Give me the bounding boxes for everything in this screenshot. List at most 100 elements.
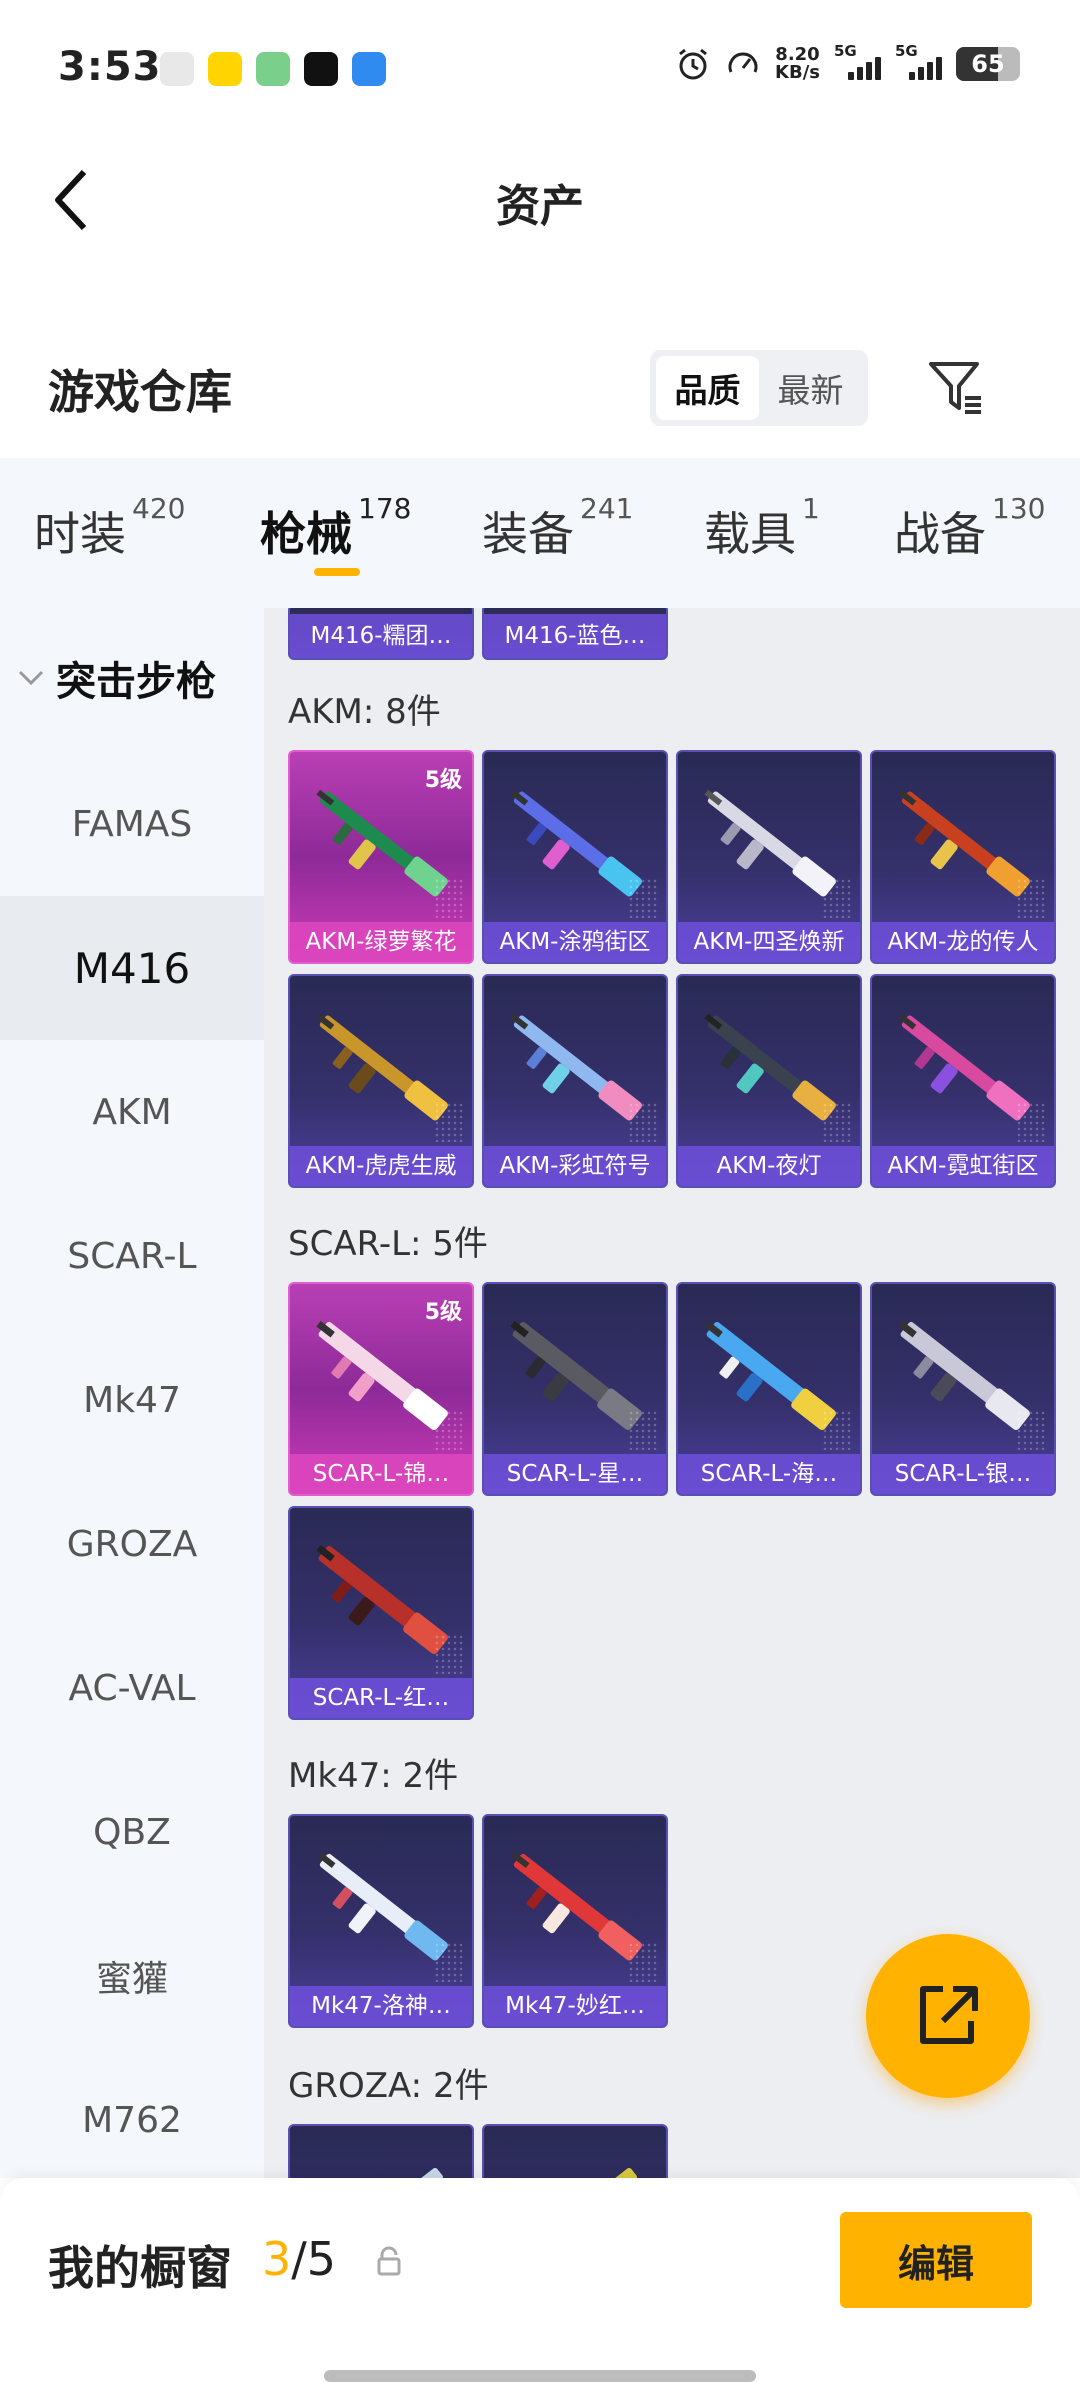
app-notification-icon: [160, 52, 194, 86]
speedometer-icon: [728, 52, 758, 73]
skin-card[interactable]: AKM-彩虹符号: [482, 974, 668, 1188]
tab-label: 载具: [704, 507, 796, 561]
skin-name: SCAR-L-海…: [678, 1454, 860, 1494]
sidebar-item-qbz[interactable]: QBZ: [0, 1760, 264, 1904]
tab-count: 420: [132, 492, 186, 525]
app-notification-icon: [208, 52, 242, 86]
battery-icon: 65: [956, 47, 1020, 81]
tiktok-icon: [304, 52, 338, 86]
sidebar-item-groza[interactable]: GROZA: [0, 1472, 264, 1616]
weapon-sidebar: 突击步枪 FAMAS M416 AKM SCAR-L Mk47 GROZA AC…: [0, 608, 264, 2178]
filter-button[interactable]: [920, 350, 990, 426]
showcase-bar: 我的橱窗 3/5 编辑: [0, 2178, 1080, 2400]
share-fab-button[interactable]: [866, 1934, 1030, 2098]
sidebar-item-akm[interactable]: AKM: [0, 1040, 264, 1184]
sim2-tag: 5G: [895, 42, 918, 60]
skin-card[interactable]: Mk47-妙红…: [482, 1814, 668, 2028]
showcase-label: 我的橱窗: [48, 2241, 232, 2295]
battery-level: 65: [971, 50, 1005, 78]
tab-equipment[interactable]: 装备 241: [482, 492, 633, 564]
sidebar-item-m762[interactable]: M762: [0, 2048, 264, 2192]
sort-option-latest[interactable]: 最新: [759, 356, 862, 420]
skin-name: M416-糯团…: [290, 614, 472, 658]
section-title-akm: AKM: 8件: [288, 692, 441, 732]
network-speed: 8.20 KB/s: [775, 46, 820, 82]
sidebar-item-famas[interactable]: FAMAS: [0, 752, 264, 896]
skin-name: AKM-绿萝繁花: [290, 922, 472, 962]
status-bar: 3:53 8.20 KB/s 5G 5G 65: [0, 0, 1080, 140]
skin-card[interactable]: SCAR-L-银…: [870, 1282, 1056, 1496]
skin-name: SCAR-L-银…: [872, 1454, 1054, 1494]
skin-card[interactable]: 5级 SCAR-L-锦…: [288, 1282, 474, 1496]
category-tabs: 时装 420 枪械 178 装备 241 载具 1 战备 130: [0, 458, 1080, 608]
app-notification-icon: [256, 52, 290, 86]
tab-supplies[interactable]: 战备 130: [894, 492, 1045, 564]
warehouse-row: 游戏仓库 品质 最新: [0, 330, 1080, 450]
active-tab-indicator: [314, 568, 360, 576]
app-header: 资产: [0, 140, 1080, 260]
sidebar-item-mk47[interactable]: Mk47: [0, 1328, 264, 1472]
tab-costumes[interactable]: 时装 420: [34, 492, 185, 564]
edit-button[interactable]: 编辑: [840, 2212, 1032, 2308]
skin-card[interactable]: AKM-龙的传人: [870, 750, 1056, 964]
skin-name: SCAR-L-红…: [290, 1678, 472, 1718]
app-notification-icon: [352, 52, 386, 86]
sidebar-item-scar-l[interactable]: SCAR-L: [0, 1184, 264, 1328]
skin-name: SCAR-L-星…: [484, 1454, 666, 1494]
status-time: 3:53: [58, 44, 162, 90]
sidebar-group-label: 突击步枪: [56, 659, 216, 705]
lock-icon: [377, 2246, 401, 2276]
skin-card[interactable]: [288, 2124, 474, 2178]
tab-count: 1: [802, 492, 820, 525]
home-indicator[interactable]: [324, 2370, 756, 2382]
warehouse-title: 游戏仓库: [48, 365, 232, 419]
filter-icon: [929, 362, 981, 414]
section-title-mk47: Mk47: 2件: [288, 1756, 459, 1796]
skin-card[interactable]: AKM-霓虹街区: [870, 974, 1056, 1188]
network-speed-unit: KB/s: [775, 62, 820, 83]
sidebar-item-m416[interactable]: M416: [0, 896, 264, 1040]
rifle-icon: [512, 2167, 638, 2178]
skin-card[interactable]: [482, 2124, 668, 2178]
showcase-current: 3: [262, 2232, 292, 2286]
skin-card[interactable]: M416-糯团…: [288, 608, 474, 660]
skin-card[interactable]: SCAR-L-星…: [482, 1282, 668, 1496]
skin-name: Mk47-洛神…: [290, 1986, 472, 2026]
skin-name: AKM-夜灯: [678, 1146, 860, 1186]
section-title-scar-l: SCAR-L: 5件: [288, 1224, 488, 1264]
tab-vehicles[interactable]: 载具 1: [704, 492, 820, 564]
tab-count: 241: [580, 492, 634, 525]
sidebar-item-honey-badger[interactable]: 蜜獾: [0, 1904, 264, 2048]
skin-card[interactable]: M416-蓝色…: [482, 608, 668, 660]
skin-card[interactable]: AKM-虎虎生威: [288, 974, 474, 1188]
signal-sim1-icon: 5G: [834, 42, 881, 80]
skin-card[interactable]: AKM-夜灯: [676, 974, 862, 1188]
skin-card[interactable]: AKM-四圣焕新: [676, 750, 862, 964]
showcase-separator: /: [291, 2232, 307, 2286]
skin-card[interactable]: SCAR-L-海…: [676, 1282, 862, 1496]
showcase-total: 5: [306, 2232, 337, 2286]
chevron-down-icon: [18, 670, 44, 686]
status-right: 8.20 KB/s 5G 5G 65: [675, 42, 1020, 82]
tab-label: 战备: [894, 507, 986, 561]
skin-card[interactable]: 5级 AKM-绿萝繁花: [288, 750, 474, 964]
skin-card[interactable]: SCAR-L-红…: [288, 1506, 474, 1720]
skin-card[interactable]: AKM-涂鸦街区: [482, 750, 668, 964]
alarm-icon: [679, 48, 707, 80]
showcase-count: 3/5: [262, 2232, 336, 2286]
page-title: 资产: [496, 181, 584, 232]
tab-label: 枪械: [260, 507, 352, 561]
skin-name: M416-蓝色…: [484, 614, 666, 658]
sort-option-quality[interactable]: 品质: [656, 356, 759, 420]
tab-firearms[interactable]: 枪械 178: [260, 492, 411, 564]
sidebar-item-ac-val[interactable]: AC-VAL: [0, 1616, 264, 1760]
skin-name: AKM-彩虹符号: [484, 1146, 666, 1186]
sidebar-group-assault-rifles[interactable]: 突击步枪: [0, 608, 264, 748]
sort-segmented-control: 品质 最新: [650, 350, 868, 426]
skin-name: AKM-龙的传人: [872, 922, 1054, 962]
tab-count: 130: [992, 492, 1046, 525]
tab-label: 装备: [482, 507, 574, 561]
tab-label: 时装: [34, 507, 126, 561]
skin-card[interactable]: Mk47-洛神…: [288, 1814, 474, 2028]
screen: 3:53 8.20 KB/s 5G 5G 65 资产 游戏仓库 品质 最新 时装…: [0, 0, 1080, 2400]
